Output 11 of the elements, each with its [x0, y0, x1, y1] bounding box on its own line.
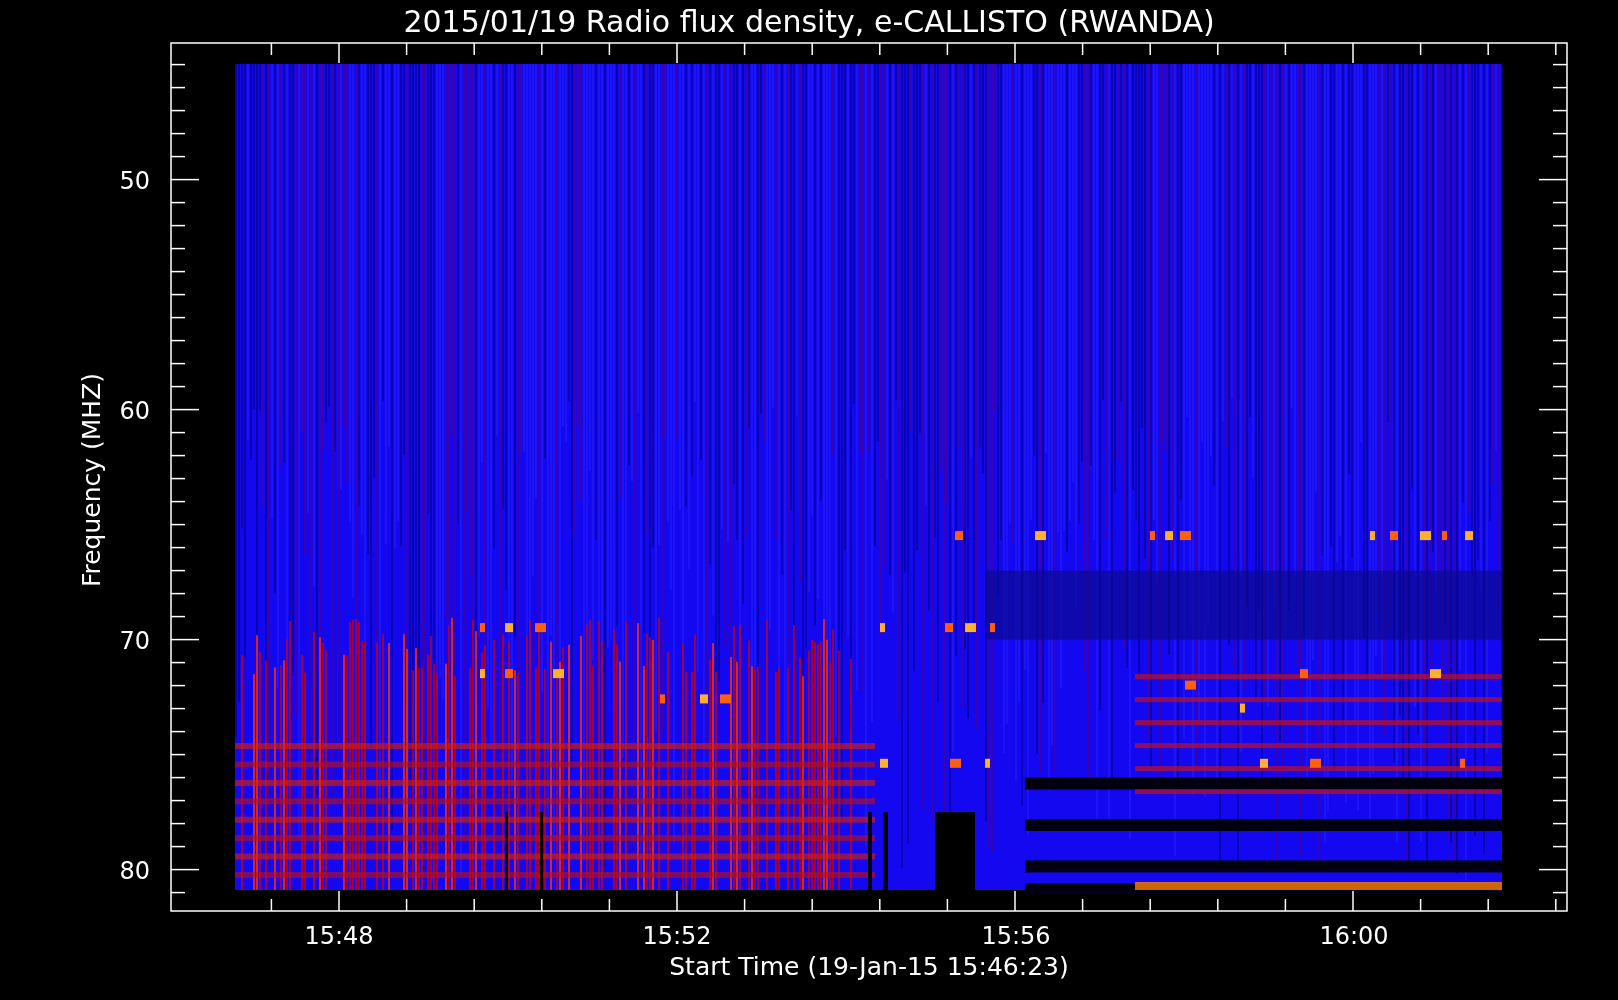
- x-tick-label: 15:56: [981, 922, 1051, 950]
- x-tick-label: 15:52: [642, 922, 712, 950]
- y-tick-label: 60: [119, 396, 150, 425]
- chart-title: 2015/01/19 Radio flux density, e-CALLISTO (RWANDA): [403, 4, 1215, 39]
- x-tick-label: 15:48: [304, 922, 374, 950]
- y-tick-label: 80: [119, 856, 150, 885]
- y-tick-label: 70: [119, 626, 150, 655]
- y-tick-label: 50: [119, 166, 150, 195]
- x-axis-title: Start Time (19-Jan-15 15:46:23): [669, 952, 1069, 981]
- y-axis-title: Frequency (MHZ): [77, 372, 106, 588]
- x-tick-label: 16:00: [1319, 922, 1389, 950]
